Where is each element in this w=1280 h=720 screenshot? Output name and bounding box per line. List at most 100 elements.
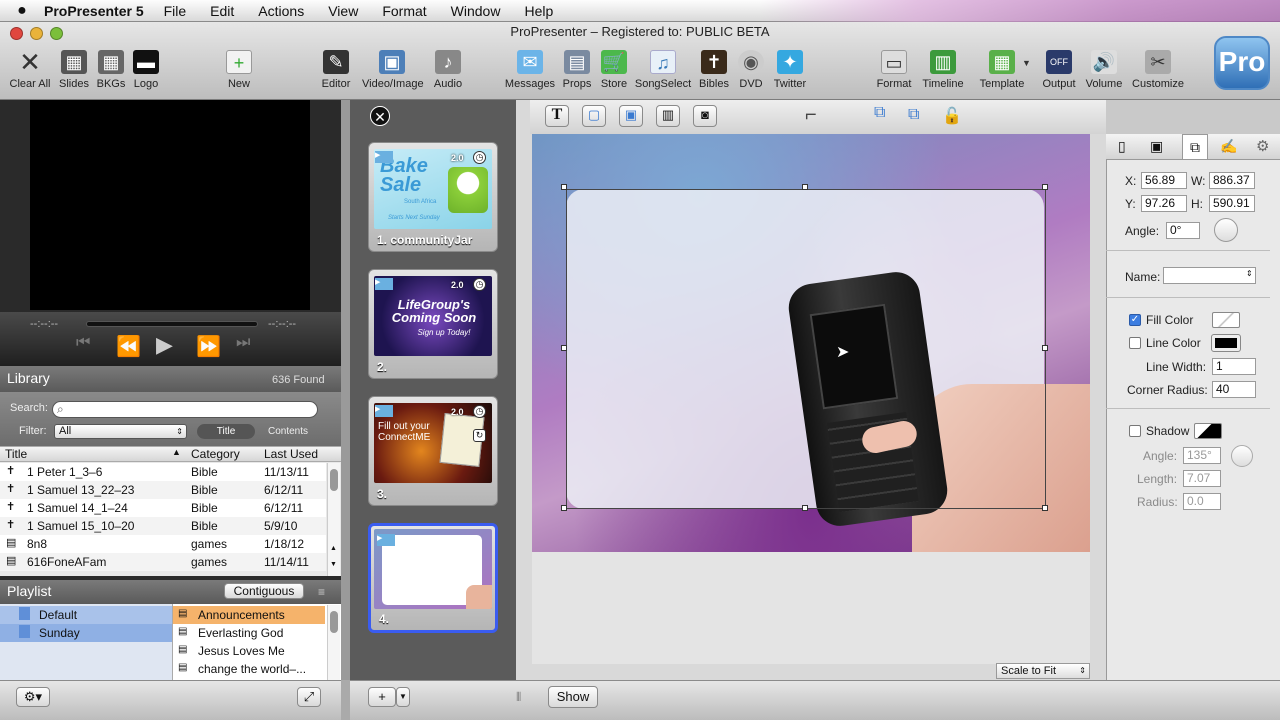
customize-button[interactable]: ✂ Customize (1128, 50, 1188, 90)
line-color-checkbox[interactable] (1129, 337, 1141, 349)
playlist-options-icon[interactable]: ≡ (318, 585, 325, 599)
shape-tool-icon[interactable]: ▢ (582, 105, 606, 127)
video-image-button[interactable]: ▣ Video/Image (362, 50, 424, 90)
scrub-bar[interactable] (86, 321, 258, 327)
angle-field[interactable]: 0° (1166, 222, 1200, 239)
add-slide-button[interactable]: + (368, 687, 396, 707)
skip-forward-icon[interactable]: ⏭ (236, 334, 250, 352)
shape-tab-icon[interactable]: ⧉ (1182, 134, 1208, 160)
playlist-sunday[interactable]: Sunday (0, 624, 172, 642)
left-splitter[interactable] (341, 100, 350, 680)
live-video-tool-icon[interactable]: ◙ (693, 105, 717, 127)
menu-edit[interactable]: Edit (210, 3, 234, 19)
resize-handle[interactable] (561, 184, 567, 190)
apple-icon[interactable]: ● (0, 2, 44, 20)
text-tool-icon[interactable]: T (545, 105, 569, 127)
table-row[interactable]: ✝ 1 Peter 1_3–6 Bible 11/13/11 (0, 463, 326, 481)
width-field[interactable]: 886.37 (1209, 172, 1255, 189)
name-field[interactable] (1163, 267, 1256, 284)
resize-handle[interactable] (802, 184, 808, 190)
playlist-scrollbar[interactable] (327, 605, 340, 680)
shadow-radius-field[interactable]: 0.0 (1183, 493, 1221, 510)
table-row[interactable]: ▤ 8n8 games 1/18/12 (0, 535, 326, 553)
document-tab-icon[interactable]: ▯ (1118, 138, 1126, 155)
table-row[interactable]: ✝ 1 Samuel 14_1–24 Bible 6/12/11 (0, 499, 326, 517)
lock-icon[interactable]: 🔓 (942, 106, 962, 126)
corner-radius-field[interactable]: 40 (1212, 381, 1256, 398)
resize-handle[interactable] (561, 505, 567, 511)
close-editor-icon[interactable]: ✕ (370, 106, 390, 126)
fullscreen-button[interactable]: ⤢ (297, 687, 321, 707)
scroll-down-icon[interactable]: ▼ (330, 561, 337, 568)
logo-button[interactable]: ▬ Logo (116, 50, 176, 90)
bring-forward-icon[interactable]: ⧉ (874, 104, 885, 122)
twitter-button[interactable]: ✦ Twitter (760, 50, 820, 90)
rewind-icon[interactable]: ⏪ (116, 334, 141, 359)
minimize-window-button[interactable] (30, 27, 43, 40)
send-backward-icon[interactable]: ⧉ (908, 106, 919, 124)
line-width-field[interactable]: 1 (1212, 358, 1256, 375)
slide-1[interactable]: Bake Sale South Africa Starts Next Sunda… (368, 142, 498, 252)
library-scroll-thumb[interactable] (330, 469, 338, 491)
fill-color-swatch[interactable] (1212, 312, 1240, 328)
library-search-input[interactable]: ⌕ (52, 401, 318, 418)
fast-forward-icon[interactable]: ⏩ (196, 334, 221, 359)
menu-help[interactable]: Help (524, 3, 553, 19)
column-title[interactable]: Title (5, 447, 27, 461)
shadow-length-field[interactable]: 7.07 (1183, 470, 1221, 487)
slide-3[interactable]: Fill out your ConnectME ▶ 2.0 ◷ ↻ 3. (368, 396, 498, 506)
playlist-item-everlasting-god[interactable]: ▤ Everlasting God (173, 624, 325, 642)
playlist-item-announcements[interactable]: ▤ Announcements (173, 606, 325, 624)
resize-handle[interactable] (561, 345, 567, 351)
playlist-item-jesus-loves-me[interactable]: ▤ Jesus Loves Me (173, 642, 325, 660)
shadow-angle-field[interactable]: 135° (1183, 447, 1221, 464)
column-last-used[interactable]: Last Used (264, 447, 318, 461)
slide-canvas[interactable]: ➤ (532, 134, 1090, 552)
line-color-swatch[interactable] (1211, 334, 1241, 352)
segment-title[interactable]: Title (197, 424, 255, 439)
segment-contents[interactable]: Contents (262, 424, 314, 439)
zoom-window-button[interactable] (50, 27, 63, 40)
image-tool-icon[interactable]: ▣ (619, 105, 643, 127)
fill-color-checkbox[interactable]: ✓ (1129, 314, 1141, 326)
new-button[interactable]: + New (209, 50, 269, 90)
y-field[interactable]: 97.26 (1141, 195, 1187, 212)
shadow-checkbox[interactable] (1129, 425, 1141, 437)
show-button[interactable]: Show (548, 686, 598, 708)
scroll-up-icon[interactable]: ▲ (330, 545, 337, 552)
playlist-default[interactable]: Default (0, 606, 172, 624)
skip-back-icon[interactable]: ⏮ (76, 334, 90, 352)
column-category[interactable]: Category (191, 447, 240, 461)
height-field[interactable]: 590.91 (1209, 195, 1255, 212)
table-row[interactable]: ✝ 1 Samuel 15_10–20 Bible 5/9/10 (0, 517, 326, 535)
slide-4-selected[interactable]: ▶ 4. (368, 523, 498, 633)
object-tab-icon[interactable]: ▣ (1150, 138, 1163, 155)
playlist-item-change-the-world[interactable]: ▤ change the world–... (173, 660, 325, 678)
resize-handle[interactable] (1042, 345, 1048, 351)
video-tool-icon[interactable]: ▥ (656, 105, 680, 127)
angle-dial[interactable] (1214, 218, 1238, 242)
shadow-color-swatch[interactable] (1194, 423, 1222, 439)
settings-gear-icon[interactable]: ⚙ (1256, 137, 1269, 155)
gear-menu-button[interactable]: ⚙▾ (16, 687, 50, 707)
menu-file[interactable]: File (164, 3, 187, 19)
menu-format[interactable]: Format (382, 3, 426, 19)
text-tab-icon[interactable]: ✍ (1220, 138, 1237, 155)
menu-window[interactable]: Window (451, 3, 501, 19)
resize-handle[interactable] (1042, 505, 1048, 511)
playlist-scroll-thumb[interactable] (330, 611, 338, 633)
volume-button[interactable]: 🔊 Volume (1074, 50, 1134, 90)
table-row[interactable]: ✝ 1 Samuel 13_22–23 Bible 6/12/11 (0, 481, 326, 499)
app-menu[interactable]: ProPresenter 5 (44, 3, 144, 19)
ruler-icon[interactable]: ⌐ (805, 104, 817, 127)
timeline-button[interactable]: ▥ Timeline (913, 50, 973, 90)
close-window-button[interactable] (10, 27, 23, 40)
library-scrollbar[interactable]: ▲ ▼ (327, 463, 340, 576)
contiguous-button[interactable]: Contiguous (224, 583, 304, 599)
slide-2[interactable]: LifeGroup's Coming Soon Sign up Today! ▶… (368, 269, 498, 379)
filter-select[interactable]: All ⇕ (54, 424, 187, 439)
editor-button[interactable]: ✎ Editor (306, 50, 366, 90)
add-slide-dropdown[interactable]: ▼ (396, 687, 410, 707)
table-row[interactable]: ▤ 616FoneAFam games 11/14/11 (0, 553, 326, 571)
splitter[interactable] (341, 680, 350, 720)
